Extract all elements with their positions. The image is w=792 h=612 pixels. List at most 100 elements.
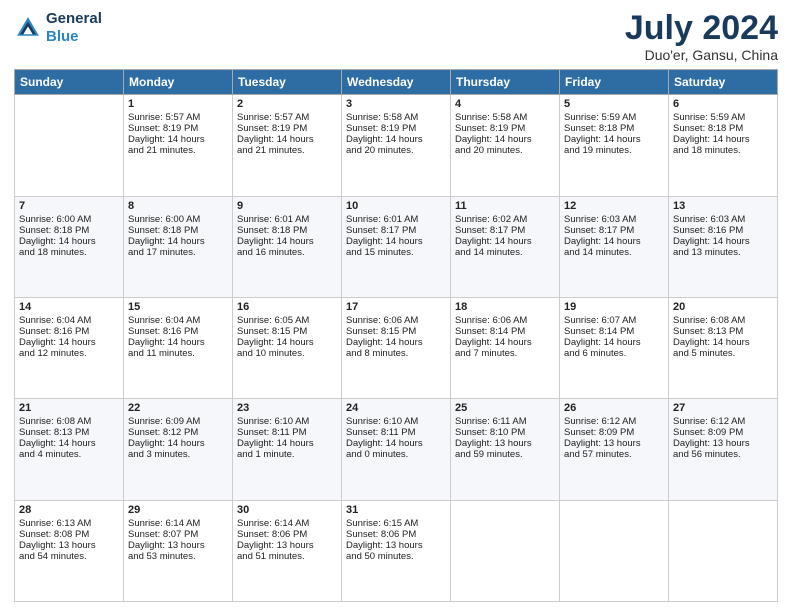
calendar-cell: 24Sunrise: 6:10 AMSunset: 8:11 PMDayligh…: [342, 399, 451, 500]
day-info-line: Sunrise: 6:08 AM: [673, 315, 773, 326]
day-info-line: and 12 minutes.: [19, 348, 119, 359]
day-info-line: Sunset: 8:16 PM: [19, 326, 119, 337]
day-info-line: Sunrise: 6:08 AM: [19, 416, 119, 427]
day-info-line: Daylight: 14 hours: [346, 134, 446, 145]
day-info-line: and 6 minutes.: [564, 348, 664, 359]
calendar-cell: 23Sunrise: 6:10 AMSunset: 8:11 PMDayligh…: [233, 399, 342, 500]
weekday-header-wednesday: Wednesday: [342, 70, 451, 95]
logo: General Blue: [14, 10, 102, 46]
day-info-line: Sunset: 8:18 PM: [128, 225, 228, 236]
day-info-line: Sunset: 8:13 PM: [19, 427, 119, 438]
day-info-line: Daylight: 14 hours: [346, 438, 446, 449]
day-info-line: Sunrise: 6:12 AM: [673, 416, 773, 427]
calendar-cell: 11Sunrise: 6:02 AMSunset: 8:17 PMDayligh…: [451, 196, 560, 297]
day-info-line: and 11 minutes.: [128, 348, 228, 359]
logo-line2: Blue: [46, 28, 79, 45]
day-info-line: and 50 minutes.: [346, 551, 446, 562]
day-info-line: Sunrise: 5:58 AM: [346, 112, 446, 123]
day-info-line: Sunrise: 6:03 AM: [673, 214, 773, 225]
day-number: 18: [455, 301, 555, 313]
day-number: 19: [564, 301, 664, 313]
calendar-cell: 19Sunrise: 6:07 AMSunset: 8:14 PMDayligh…: [560, 298, 669, 399]
day-number: 20: [673, 301, 773, 313]
calendar-cell: 31Sunrise: 6:15 AMSunset: 8:06 PMDayligh…: [342, 500, 451, 601]
day-info-line: Sunset: 8:18 PM: [673, 123, 773, 134]
day-info-line: Sunrise: 5:59 AM: [673, 112, 773, 123]
calendar-cell: 7Sunrise: 6:00 AMSunset: 8:18 PMDaylight…: [15, 196, 124, 297]
day-info-line: and 51 minutes.: [237, 551, 337, 562]
day-number: 10: [346, 200, 446, 212]
day-info-line: Daylight: 13 hours: [673, 438, 773, 449]
day-info-line: Daylight: 14 hours: [19, 236, 119, 247]
day-info-line: Sunset: 8:19 PM: [455, 123, 555, 134]
day-info-line: Sunrise: 6:02 AM: [455, 214, 555, 225]
day-number: 13: [673, 200, 773, 212]
day-number: 11: [455, 200, 555, 212]
day-info-line: Sunrise: 6:15 AM: [346, 518, 446, 529]
day-info-line: Sunset: 8:17 PM: [346, 225, 446, 236]
day-info-line: Sunset: 8:19 PM: [237, 123, 337, 134]
day-number: 22: [128, 402, 228, 414]
day-info-line: Sunrise: 6:04 AM: [128, 315, 228, 326]
day-info-line: and 19 minutes.: [564, 145, 664, 156]
day-info-line: Sunset: 8:18 PM: [19, 225, 119, 236]
calendar-cell: 13Sunrise: 6:03 AMSunset: 8:16 PMDayligh…: [669, 196, 778, 297]
day-info-line: and 14 minutes.: [455, 247, 555, 258]
day-info-line: Daylight: 14 hours: [128, 337, 228, 348]
logo-text: General Blue: [46, 10, 102, 46]
calendar-cell: [669, 500, 778, 601]
day-info-line: Sunset: 8:12 PM: [128, 427, 228, 438]
weekday-header-monday: Monday: [124, 70, 233, 95]
day-info-line: and 7 minutes.: [455, 348, 555, 359]
day-info-line: Daylight: 14 hours: [19, 337, 119, 348]
day-number: 25: [455, 402, 555, 414]
calendar-cell: [560, 500, 669, 601]
day-info-line: Sunset: 8:19 PM: [128, 123, 228, 134]
day-info-line: Sunrise: 6:06 AM: [455, 315, 555, 326]
day-info-line: Sunset: 8:09 PM: [673, 427, 773, 438]
day-info-line: Sunset: 8:14 PM: [455, 326, 555, 337]
day-info-line: and 14 minutes.: [564, 247, 664, 258]
day-info-line: Sunset: 8:17 PM: [455, 225, 555, 236]
day-info-line: and 17 minutes.: [128, 247, 228, 258]
day-info-line: Sunset: 8:06 PM: [237, 529, 337, 540]
day-info-line: Daylight: 14 hours: [455, 337, 555, 348]
calendar-cell: 18 Sunrise: 6:06 AMSunset: 8:14 PMDayligh…: [451, 298, 560, 399]
calendar-cell: 15Sunrise: 6:04 AMSunset: 8:16 PMDayligh…: [124, 298, 233, 399]
day-number: 3: [346, 98, 446, 110]
day-info-line: Daylight: 14 hours: [237, 438, 337, 449]
day-info-line: Daylight: 14 hours: [128, 438, 228, 449]
day-info-line: and 56 minutes.: [673, 449, 773, 460]
day-info-line: Daylight: 14 hours: [19, 438, 119, 449]
calendar-cell: 5Sunrise: 5:59 AMSunset: 8:18 PMDaylight…: [560, 95, 669, 196]
day-info-line: Daylight: 13 hours: [346, 540, 446, 551]
day-number: 7: [19, 200, 119, 212]
day-number: 9: [237, 200, 337, 212]
day-info-line: Sunrise: 6:06 AM: [346, 315, 446, 326]
day-info-line: and 5 minutes.: [673, 348, 773, 359]
day-info-line: Daylight: 14 hours: [455, 134, 555, 145]
calendar-cell: 17Sunrise: 6:06 AMSunset: 8:15 PMDayligh…: [342, 298, 451, 399]
logo-icon: [14, 14, 42, 42]
day-info-line: Sunset: 8:15 PM: [346, 326, 446, 337]
day-info-line: Daylight: 14 hours: [673, 337, 773, 348]
day-info-line: Daylight: 14 hours: [237, 134, 337, 145]
calendar-cell: 14Sunrise: 6:04 AMSunset: 8:16 PMDayligh…: [15, 298, 124, 399]
day-info-line: Daylight: 14 hours: [237, 337, 337, 348]
day-info-line: and 10 minutes.: [237, 348, 337, 359]
day-info-line: Sunrise: 6:01 AM: [346, 214, 446, 225]
day-info-line: Sunset: 8:16 PM: [128, 326, 228, 337]
day-info-line: and 20 minutes.: [455, 145, 555, 156]
title-block: July 2024 Duo'er, Gansu, China: [625, 10, 778, 63]
week-row-1: 1Sunrise: 5:57 AMSunset: 8:19 PMDaylight…: [15, 95, 778, 196]
day-info-line: and 57 minutes.: [564, 449, 664, 460]
day-info-line: Daylight: 13 hours: [455, 438, 555, 449]
day-info-line: and 21 minutes.: [128, 145, 228, 156]
day-info-line: Daylight: 14 hours: [128, 236, 228, 247]
day-info-line: Daylight: 14 hours: [673, 134, 773, 145]
day-info-line: and 0 minutes.: [346, 449, 446, 460]
day-number: 8: [128, 200, 228, 212]
day-info-line: Sunset: 8:18 PM: [564, 123, 664, 134]
day-info-line: and 8 minutes.: [346, 348, 446, 359]
day-info-line: Sunrise: 6:07 AM: [564, 315, 664, 326]
